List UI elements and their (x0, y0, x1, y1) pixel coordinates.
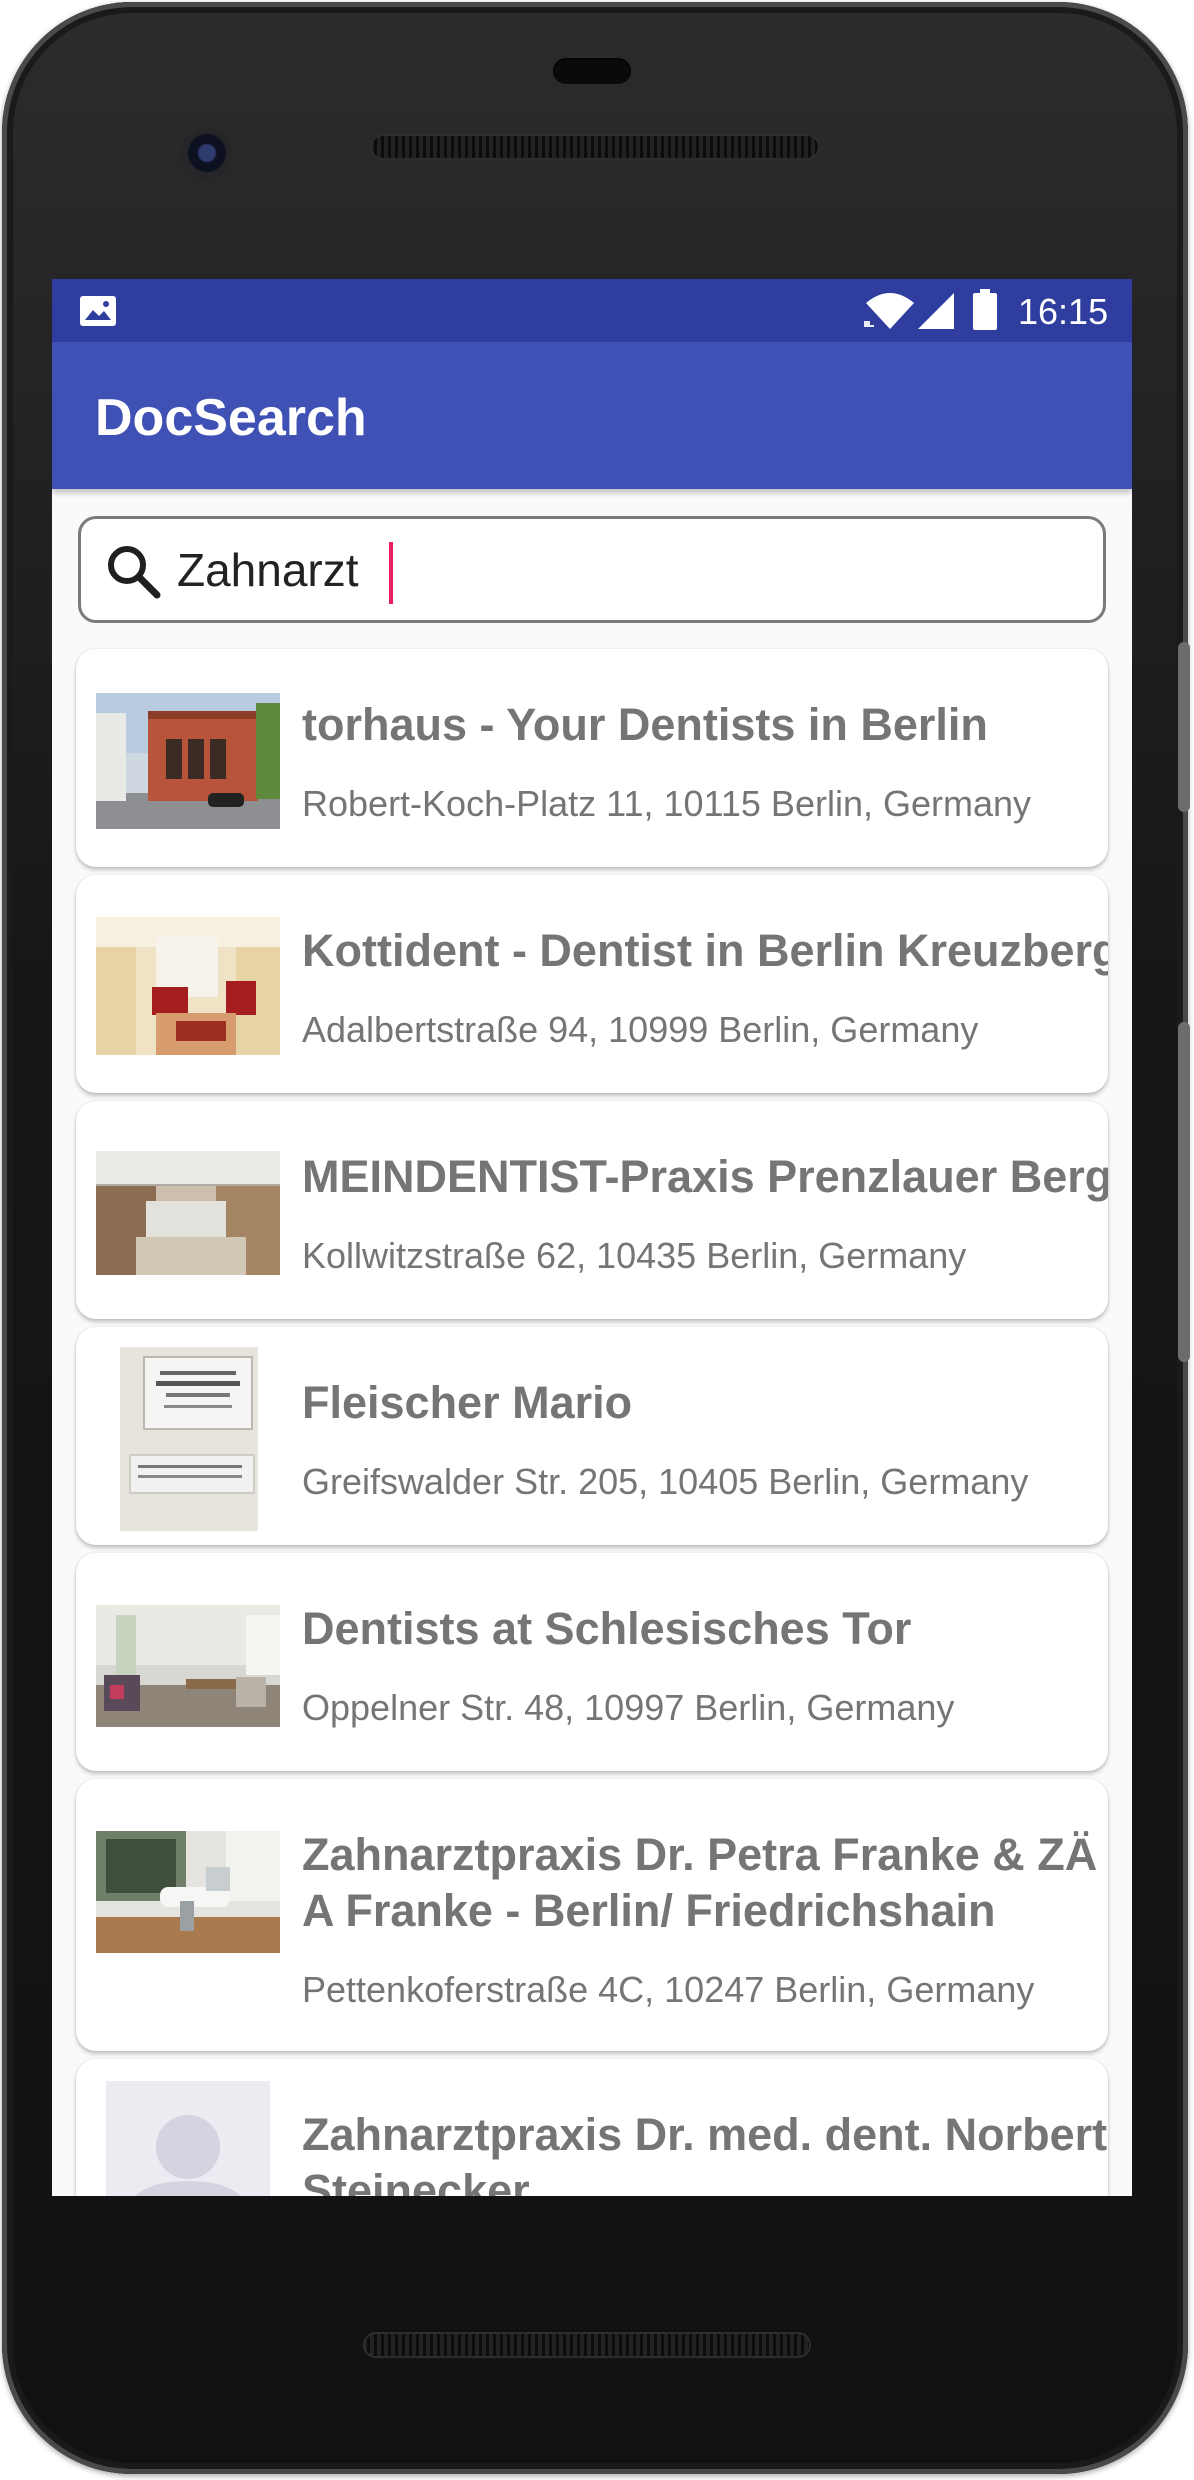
front-camera (181, 127, 233, 179)
power-button (1178, 642, 1190, 812)
result-name: Dentists at Schlesisches Tor (302, 1603, 912, 1654)
result-thumbnail (96, 693, 280, 829)
volume-button (1178, 1022, 1190, 1362)
result-thumbnail (96, 1605, 280, 1727)
result-name: Kottident - Dentist in Berlin Kreuzberg (302, 925, 1108, 976)
result-thumbnail (96, 917, 280, 1055)
search-box[interactable] (78, 516, 1106, 623)
screen: 16:15 DocSearch Zahnarzt torhaus - Your … (52, 279, 1132, 2196)
search-icon (108, 546, 161, 599)
result-card[interactable]: Kottident - Dentist in Berlin Kreuzberg … (76, 875, 1108, 1093)
result-address: Pettenkoferstraße 4C, 10247 Berlin, Germ… (302, 1969, 1035, 2010)
result-card[interactable]: Fleischer Mario Greifswalder Str. 205, 1… (76, 1327, 1108, 1545)
image-icon (80, 296, 116, 326)
result-thumbnail (96, 1831, 280, 1953)
result-address: Kollwitzstraße 62, 10435 Berlin, Germany (302, 1235, 967, 1276)
status-bar: 16:15 (52, 279, 1132, 342)
avatar-placeholder-icon (106, 2081, 270, 2196)
search-input[interactable] (177, 537, 1077, 603)
text-caret (389, 542, 393, 604)
result-name: Zahnarztpraxis Dr. Petra Franke & ZÄ A F… (302, 1829, 1098, 1936)
result-name: Fleischer Mario (302, 1377, 633, 1428)
bottom-speaker-grille (363, 2332, 811, 2358)
app-title: DocSearch (95, 389, 367, 447)
app-bar: DocSearch (52, 342, 1132, 489)
status-time: 16:15 (1018, 291, 1109, 332)
result-card[interactable]: Dentists at Schlesisches Tor Oppelner St… (76, 1553, 1108, 1771)
result-thumbnail (96, 1151, 280, 1275)
result-address: Oppelner Str. 48, 10997 Berlin, Germany (302, 1687, 955, 1728)
result-card[interactable]: torhaus - Your Dentists in Berlin Robert… (76, 649, 1108, 867)
result-card[interactable]: Zahnarztpraxis Dr. Petra Franke & ZÄ A F… (76, 1779, 1108, 2051)
result-address: Robert-Koch-Platz 11, 10115 Berlin, Germ… (302, 783, 1032, 824)
result-name: Zahnarztpraxis Dr. med. dent. Norbert St… (302, 2109, 1108, 2196)
earpiece (553, 58, 631, 84)
result-address: Adalbertstraße 94, 10999 Berlin, Germany (302, 1009, 979, 1050)
result-card[interactable]: MEINDENTIST-Praxis Prenzlauer Berg Kollw… (76, 1101, 1108, 1319)
battery-icon (973, 289, 997, 330)
result-card[interactable]: Zahnarztpraxis Dr. med. dent. Norbert St… (76, 2059, 1108, 2196)
result-name: MEINDENTIST-Praxis Prenzlauer Berg (302, 1151, 1108, 1202)
result-thumbnail (106, 2081, 270, 2196)
signal-icon (918, 293, 954, 329)
top-speaker-grille (370, 134, 820, 160)
result-name: torhaus - Your Dentists in Berlin (302, 699, 988, 750)
result-thumbnail (120, 1347, 258, 1531)
wifi-icon (864, 293, 914, 329)
result-address: Greifswalder Str. 205, 10405 Berlin, Ger… (302, 1461, 1029, 1502)
